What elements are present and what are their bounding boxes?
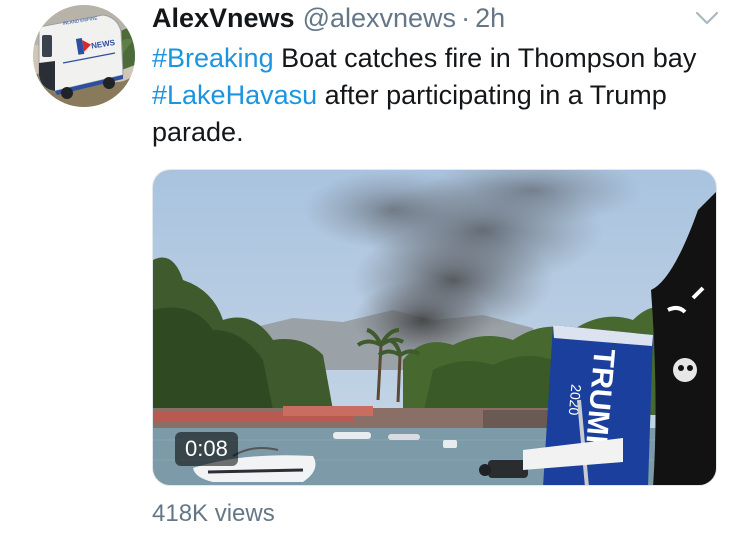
- video-duration: 0:08: [175, 432, 238, 466]
- tweet-header: AlexVnews @alexvnews · 2h: [152, 3, 505, 39]
- timestamp[interactable]: 2h: [475, 3, 505, 34]
- chevron-down-icon[interactable]: [694, 8, 720, 28]
- hashtag-lakehavasu[interactable]: #LakeHavasu: [152, 80, 317, 110]
- separator-dot: ·: [461, 3, 471, 33]
- avatar[interactable]: INLAND EMPIRE NEWS: [33, 5, 135, 107]
- video-player[interactable]: TRUMP 2020 0:08: [152, 169, 717, 486]
- tweet-text: #Breaking Boat catches fire in Thompson …: [152, 40, 732, 151]
- tweet-text-segment: Boat catches fire in Thompson bay: [273, 43, 697, 73]
- hashtag-breaking[interactable]: #Breaking: [152, 43, 274, 73]
- display-name[interactable]: AlexVnews: [152, 3, 295, 34]
- user-handle[interactable]: @alexvnews: [303, 3, 456, 34]
- news-van-avatar-image: INLAND EMPIRE NEWS: [33, 5, 135, 107]
- tweet-card[interactable]: INLAND EMPIRE NEWS AlexVnews @alexvnews …: [0, 0, 750, 544]
- view-count: 418K views: [152, 500, 275, 527]
